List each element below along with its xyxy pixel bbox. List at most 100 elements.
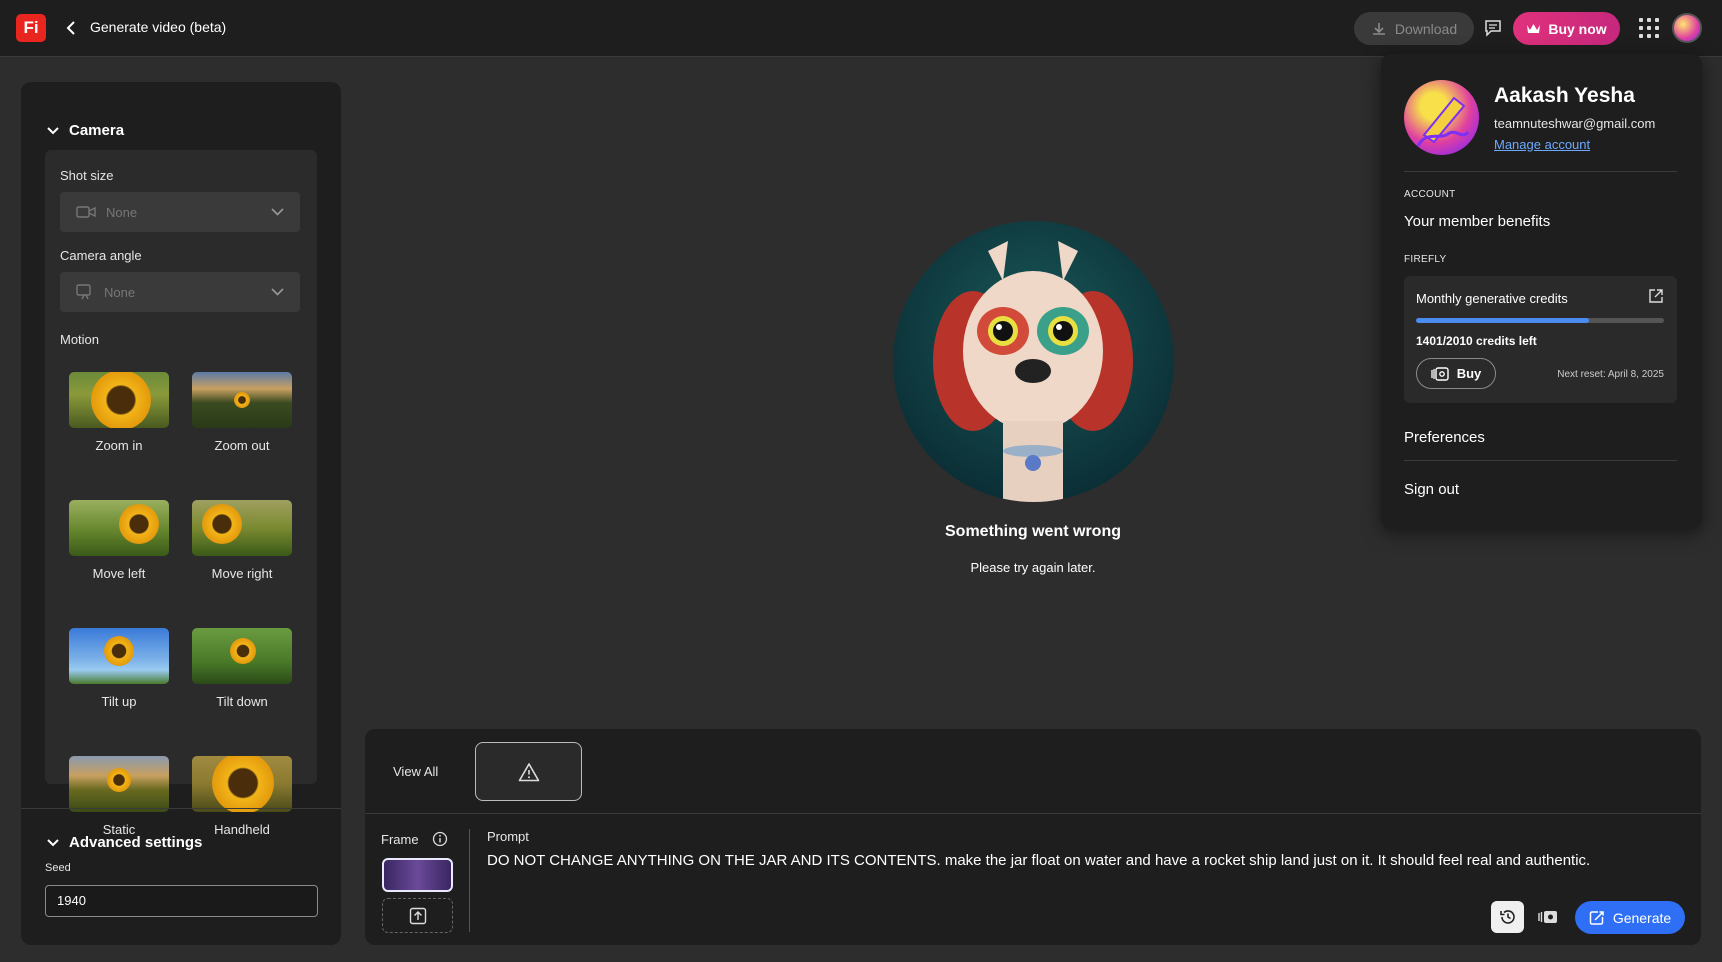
profile-avatar <box>1404 80 1479 155</box>
generate-icon <box>1589 910 1604 925</box>
shot-size-select[interactable]: None <box>60 192 300 232</box>
dog-illustration <box>933 241 1133 502</box>
firefly-section-heading: FIREFLY <box>1404 254 1447 265</box>
motion-label-handheld: Handheld <box>214 822 270 837</box>
motion-static[interactable]: Static <box>69 756 169 837</box>
motion-thumbnail <box>192 756 292 812</box>
motion-label: Motion <box>60 332 100 347</box>
divider <box>1404 171 1677 172</box>
upload-icon <box>409 907 426 924</box>
next-reset-date: Next reset: April 8, 2025 <box>1557 369 1664 380</box>
camera-angle-label: Camera angle <box>60 248 142 263</box>
motion-tilt-up[interactable]: Tilt up <box>69 628 169 709</box>
chevron-down-icon <box>47 126 59 134</box>
failed-generation-tile[interactable] <box>475 742 582 801</box>
buy-credits-label: Buy <box>1456 366 1482 381</box>
chevron-down-icon <box>271 208 284 216</box>
video-camera-icon <box>76 206 96 218</box>
buy-credits-button[interactable]: Buy <box>1416 358 1496 389</box>
crown-icon <box>1527 24 1541 33</box>
motion-label-tilt-down: Tilt down <box>216 694 268 709</box>
shot-size-label: Shot size <box>60 168 114 183</box>
motion-handheld[interactable]: Handheld <box>192 756 292 837</box>
page-title: Generate video (beta) <box>90 19 227 35</box>
frame-thumbnail[interactable] <box>382 858 453 892</box>
seed-label: Seed <box>45 862 71 874</box>
camera-angle-icon <box>76 284 91 300</box>
chevron-down-icon <box>271 288 284 296</box>
buy-now-label: Buy now <box>1548 20 1607 37</box>
motion-thumbnail <box>69 500 169 556</box>
credits-left: 1401/2010 credits left <box>1416 334 1537 348</box>
shot-size-value: None <box>106 204 138 220</box>
credits-progress-bar <box>1416 318 1664 323</box>
credits-title: Monthly generative credits <box>1416 291 1568 306</box>
motion-label-zoom-out: Zoom out <box>214 438 270 453</box>
account-popover: Aakash Yesha teamnuteshwar@gmail.com Man… <box>1381 54 1702 529</box>
generate-label: Generate <box>1612 909 1672 926</box>
camera-settings-box: Shot size None Camera angle None Motion … <box>45 150 317 837</box>
motion-move-left[interactable]: Move left <box>69 500 169 581</box>
divider <box>1404 460 1677 461</box>
account-name: Aakash Yesha <box>1494 84 1635 107</box>
camera-angle-select[interactable]: None <box>60 272 300 312</box>
camera-section-toggle[interactable]: Camera <box>47 122 124 139</box>
external-link-icon[interactable] <box>1648 288 1664 309</box>
firefly-logo[interactable]: Fi <box>16 14 46 42</box>
motion-thumbnail <box>192 372 292 428</box>
camera-angle-value: None <box>104 284 136 300</box>
motion-move-right[interactable]: Move right <box>192 500 292 581</box>
advanced-settings-toggle[interactable]: Advanced settings <box>47 834 202 851</box>
motion-label-tilt-up: Tilt up <box>101 694 137 709</box>
motion-thumbnail <box>69 628 169 684</box>
feedback-button[interactable] <box>1482 15 1504 41</box>
account-section-heading: ACCOUNT <box>1404 189 1456 200</box>
account-email: teamnuteshwar@gmail.com <box>1494 116 1656 131</box>
preferences-link[interactable]: Preferences <box>1404 429 1485 446</box>
credits-icon <box>1538 911 1557 923</box>
prompt-history-button[interactable] <box>1491 901 1524 933</box>
error-title: Something went wrong <box>945 523 1121 540</box>
motion-options: Zoom in Zoom out Move left Move right Ti… <box>69 372 294 837</box>
motion-thumbnail <box>192 628 292 684</box>
profile-avatar-button[interactable] <box>1672 13 1702 43</box>
motion-thumbnail <box>69 372 169 428</box>
apps-grid-icon[interactable] <box>1638 17 1660 39</box>
advanced-settings-title: Advanced settings <box>69 834 203 851</box>
divider <box>469 829 470 932</box>
generate-button[interactable]: Generate <box>1575 901 1685 934</box>
download-icon <box>1372 22 1385 35</box>
prompt-textarea[interactable]: DO NOT CHANGE ANYTHING ON THE JAR AND IT… <box>487 852 1590 869</box>
motion-zoom-out[interactable]: Zoom out <box>192 372 292 453</box>
motion-tilt-down[interactable]: Tilt down <box>192 628 292 709</box>
credits-icon-button[interactable] <box>1537 906 1559 928</box>
info-icon[interactable] <box>432 831 448 852</box>
warning-icon <box>518 762 539 781</box>
motion-thumbnail <box>192 500 292 556</box>
frame-label: Frame <box>381 832 419 847</box>
error-illustration <box>893 221 1174 502</box>
credits-progress-fill <box>1416 318 1589 323</box>
manage-account-link[interactable]: Manage account <box>1494 137 1590 152</box>
motion-label-move-right: Move right <box>211 566 273 581</box>
motion-label-move-left: Move left <box>92 566 146 581</box>
frame-upload-button[interactable] <box>382 898 453 933</box>
top-bar: Fi Generate video (beta) Download Buy no… <box>0 0 1722 57</box>
credits-icon <box>1431 366 1449 381</box>
history-icon <box>1499 910 1515 924</box>
chevron-left-icon <box>66 21 75 35</box>
motion-label-zoom-in: Zoom in <box>95 438 143 453</box>
camera-section-title: Camera <box>69 122 125 139</box>
back-button[interactable] <box>60 16 82 40</box>
credits-card: Monthly generative credits 1401/2010 cre… <box>1404 276 1677 403</box>
motion-zoom-in[interactable]: Zoom in <box>69 372 169 453</box>
sign-out-link[interactable]: Sign out <box>1404 481 1459 498</box>
chevron-down-icon <box>47 838 59 846</box>
download-button[interactable]: Download <box>1354 12 1474 45</box>
member-benefits-link[interactable]: Your member benefits <box>1404 213 1550 230</box>
prompt-panel: View All Frame Prompt DO NOT CHANGE ANYT… <box>365 729 1701 945</box>
seed-input[interactable]: 1940 <box>45 885 318 917</box>
download-label: Download <box>1394 20 1458 37</box>
buy-now-button[interactable]: Buy now <box>1513 12 1620 45</box>
view-all-link[interactable]: View All <box>393 764 438 779</box>
